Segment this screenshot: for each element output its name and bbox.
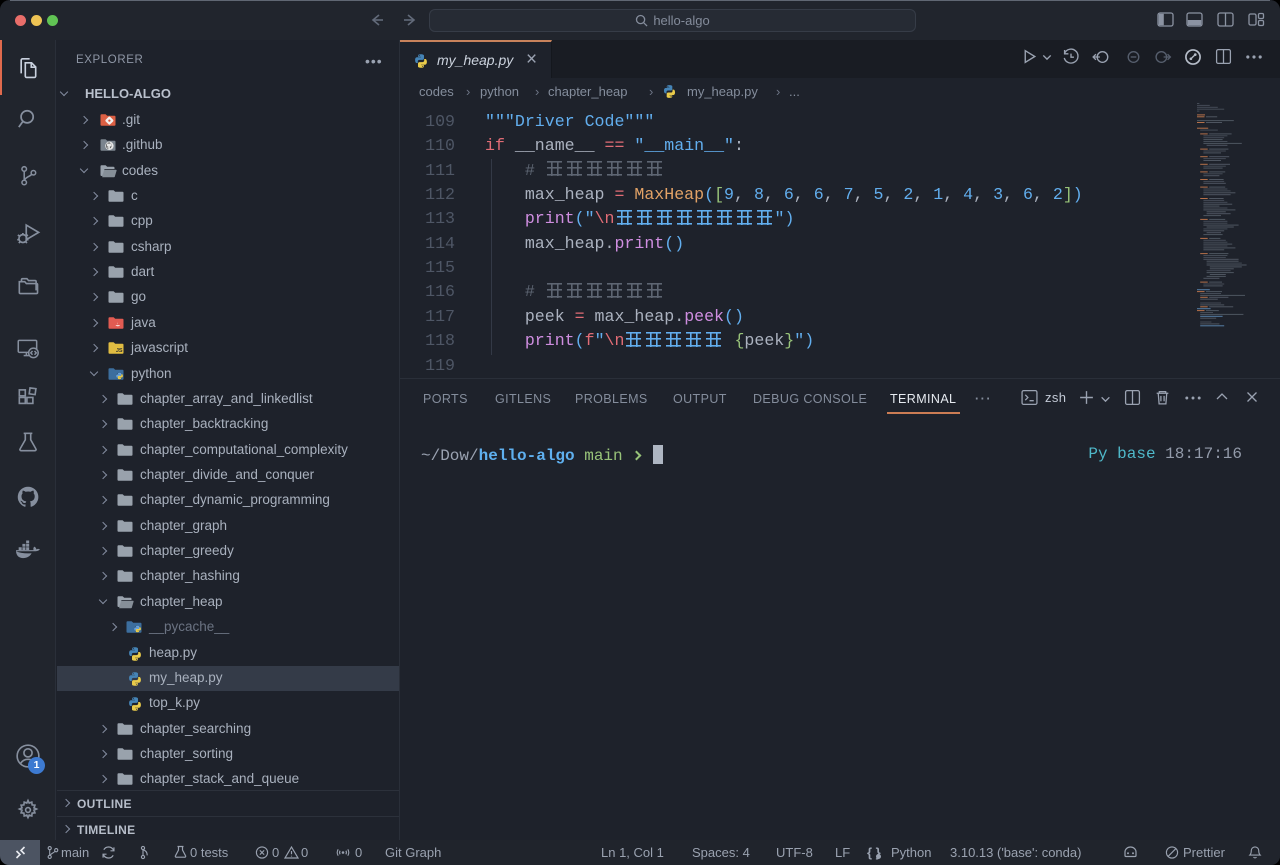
svg-text:JS: JS xyxy=(116,348,123,354)
